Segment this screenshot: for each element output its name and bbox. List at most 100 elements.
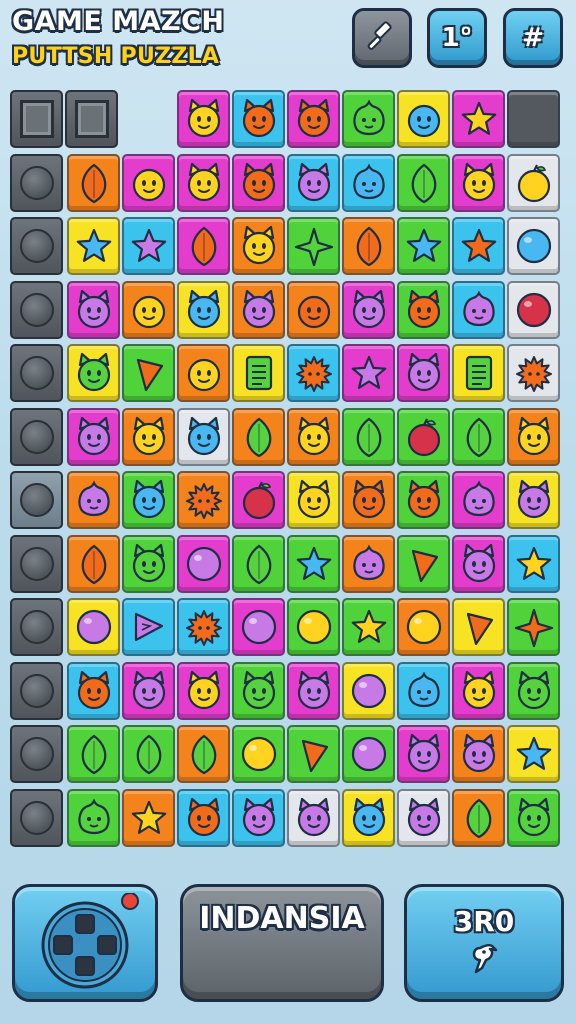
board-tile[interactable] — [452, 471, 505, 529]
board-tile[interactable] — [67, 598, 120, 656]
board-tile[interactable] — [507, 280, 560, 339]
board-tile[interactable] — [67, 344, 120, 402]
board-tile[interactable] — [67, 407, 120, 466]
board-tile[interactable] — [342, 407, 395, 466]
board-tile[interactable] — [507, 407, 560, 466]
board-tile[interactable] — [287, 407, 340, 466]
board-tile[interactable] — [507, 153, 560, 212]
board-tile[interactable] — [397, 407, 450, 466]
board-tile[interactable] — [397, 661, 450, 720]
board-tile[interactable] — [342, 725, 395, 783]
board-tile[interactable] — [397, 534, 450, 593]
board-tile[interactable] — [67, 725, 120, 783]
board-tile[interactable] — [67, 217, 120, 275]
board-tile[interactable] — [507, 90, 560, 148]
board-tile[interactable] — [287, 153, 340, 212]
board-tile[interactable] — [452, 598, 505, 656]
board-tile[interactable] — [287, 661, 340, 720]
board-tile[interactable] — [507, 725, 560, 783]
board-tile[interactable] — [342, 344, 395, 402]
board-tile[interactable] — [452, 153, 505, 212]
board-tile[interactable] — [177, 788, 230, 847]
board-tile[interactable] — [342, 280, 395, 339]
board-tile[interactable] — [342, 661, 395, 720]
board-tile[interactable] — [507, 344, 560, 402]
board-tile[interactable] — [177, 534, 230, 593]
board-tile[interactable] — [452, 725, 505, 783]
board-tile[interactable] — [232, 217, 285, 275]
board-tile[interactable] — [452, 280, 505, 339]
board-tile[interactable] — [122, 598, 175, 656]
board-tile[interactable] — [122, 534, 175, 593]
board-tile[interactable] — [342, 217, 395, 275]
board-tile[interactable] — [342, 598, 395, 656]
board-tile[interactable] — [507, 217, 560, 275]
board-tile[interactable] — [287, 344, 340, 402]
level-button[interactable]: 1° — [427, 8, 487, 68]
board-tile[interactable] — [232, 598, 285, 656]
board-tile[interactable] — [452, 407, 505, 466]
board-tile[interactable] — [232, 280, 285, 339]
board-tile[interactable] — [287, 217, 340, 275]
board-tile[interactable] — [397, 280, 450, 339]
board-tile[interactable] — [287, 280, 340, 339]
board-tile[interactable] — [287, 90, 340, 148]
board-tile[interactable] — [122, 280, 175, 339]
board-tile[interactable] — [507, 661, 560, 720]
board-tile[interactable] — [397, 788, 450, 847]
board-tile[interactable] — [67, 280, 120, 339]
indansia-button[interactable]: INDANSIA — [180, 884, 384, 1002]
board-tile[interactable] — [232, 788, 285, 847]
board-tile[interactable] — [507, 788, 560, 847]
board-tile[interactable] — [287, 788, 340, 847]
board-tile[interactable] — [122, 217, 175, 275]
board-tile[interactable] — [122, 407, 175, 466]
board-tile[interactable] — [342, 534, 395, 593]
board-tile[interactable] — [507, 598, 560, 656]
board-tile[interactable] — [452, 344, 505, 402]
board-tile[interactable] — [122, 725, 175, 783]
board-tile[interactable] — [232, 661, 285, 720]
board-tile[interactable] — [287, 598, 340, 656]
board-tile[interactable] — [122, 788, 175, 847]
board-tile[interactable] — [232, 153, 285, 212]
board-tile[interactable] — [287, 534, 340, 593]
board-tile[interactable] — [67, 534, 120, 593]
board-tile[interactable] — [177, 153, 230, 212]
board-tile[interactable] — [177, 598, 230, 656]
board-tile[interactable] — [342, 90, 395, 148]
board-tile[interactable] — [507, 534, 560, 593]
board-tile[interactable] — [122, 344, 175, 402]
board-tile[interactable] — [232, 471, 285, 529]
board-tile[interactable] — [177, 407, 230, 466]
board-tile[interactable] — [507, 471, 560, 529]
tools-button[interactable] — [352, 8, 412, 68]
board-tile[interactable] — [452, 534, 505, 593]
grid-button[interactable]: # — [503, 8, 563, 68]
board-tile[interactable] — [287, 471, 340, 529]
board-tile[interactable] — [397, 217, 450, 275]
board-tile[interactable] — [122, 661, 175, 720]
board-tile[interactable] — [452, 661, 505, 720]
board-tile[interactable] — [177, 90, 230, 148]
board-tile[interactable] — [397, 153, 450, 212]
board-tile[interactable] — [397, 90, 450, 148]
board-tile[interactable] — [177, 725, 230, 783]
board-tile[interactable] — [397, 471, 450, 529]
board-tile[interactable] — [452, 217, 505, 275]
board-tile[interactable] — [232, 725, 285, 783]
board-tile[interactable] — [122, 471, 175, 529]
board-tile[interactable] — [232, 90, 285, 148]
board-tile[interactable] — [232, 344, 285, 402]
board-tile[interactable] — [452, 90, 505, 148]
board-tile[interactable] — [122, 153, 175, 212]
score-button[interactable]: 3R0 — [404, 884, 564, 1002]
board-tile[interactable] — [177, 471, 230, 529]
board-tile[interactable] — [67, 661, 120, 720]
board-tile[interactable] — [67, 788, 120, 847]
board-tile[interactable] — [177, 344, 230, 402]
board-tile[interactable] — [342, 788, 395, 847]
dpad-button[interactable] — [12, 884, 158, 1002]
board-tile[interactable] — [342, 471, 395, 529]
board-tile[interactable] — [452, 788, 505, 847]
